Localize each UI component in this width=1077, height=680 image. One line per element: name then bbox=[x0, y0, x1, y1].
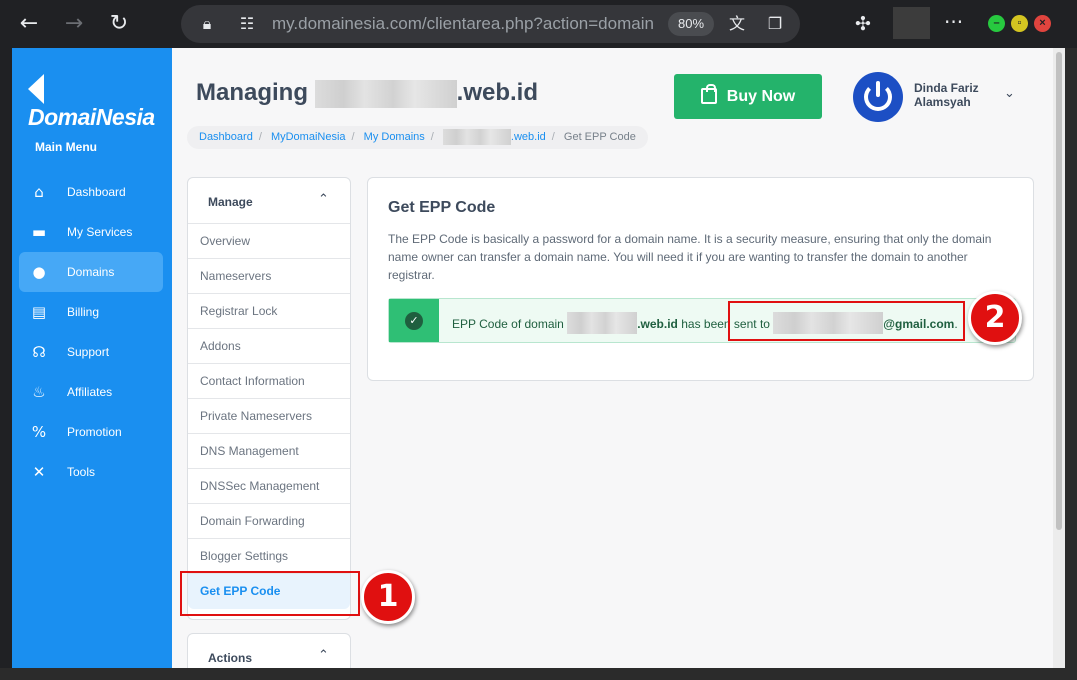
actions-panel-title: Actions bbox=[208, 651, 253, 665]
sidebar-item-my-services[interactable]: ▬ My Services bbox=[19, 212, 163, 252]
sidebar-item-promotion[interactable]: % Promotion bbox=[19, 412, 163, 452]
page-scrollbar[interactable] bbox=[1053, 48, 1065, 668]
brand-logo[interactable]: DomaiNesia bbox=[28, 74, 172, 131]
main-menu: ⌂ Dashboard ▬ My Services ● Domains ▤ Billing ☊ S… bbox=[19, 172, 163, 492]
highlight-box-1 bbox=[180, 571, 360, 616]
sidebar-item-label: Affiliates bbox=[67, 385, 113, 399]
sidebar-item-dashboard[interactable]: ⌂ Dashboard bbox=[19, 172, 163, 212]
sidebar-item-domains[interactable]: ● Domains bbox=[19, 252, 163, 292]
sidebar-item-affiliates[interactable]: ♨ Affiliates bbox=[19, 372, 163, 412]
handshake-icon: ♨ bbox=[32, 383, 46, 401]
manage-item-contact-information[interactable]: Contact Information bbox=[188, 364, 350, 399]
manage-panel: Manage ⌃ Overview Nameservers Registrar Lo… bbox=[187, 177, 351, 620]
manage-item-domain-forwarding[interactable]: Domain Forwarding bbox=[188, 504, 350, 539]
headset-icon: ☊ bbox=[32, 343, 46, 361]
back-icon[interactable]: ← bbox=[15, 10, 43, 38]
card-title: Get EPP Code bbox=[388, 199, 496, 216]
sidebar-item-support[interactable]: ☊ Support bbox=[19, 332, 163, 372]
redacted-domain bbox=[442, 129, 511, 146]
card-description: The EPP Code is basically a password for… bbox=[388, 232, 992, 282]
minimize-icon[interactable]: – bbox=[988, 15, 1005, 32]
manage-panel-header[interactable]: Manage ⌃ bbox=[188, 178, 350, 224]
browser-toolbar: ← → ↻ 🔒︎ ☷ my.domainesia.com/clientarea.… bbox=[0, 0, 1077, 48]
percent-icon: % bbox=[31, 423, 47, 441]
home-icon: ⌂ bbox=[34, 183, 44, 201]
translate-icon[interactable]: 文 bbox=[727, 14, 747, 34]
receipt-icon: ▤ bbox=[31, 303, 47, 321]
more-icon[interactable]: ··· bbox=[944, 10, 963, 34]
alert-status-strip: ✓ bbox=[389, 299, 439, 342]
manage-panel-title: Manage bbox=[208, 195, 253, 209]
maximize-icon[interactable]: ▫ bbox=[1011, 15, 1028, 32]
manage-item-overview[interactable]: Overview bbox=[188, 224, 350, 259]
sidebar-item-label: Tools bbox=[67, 465, 96, 479]
extensions-icon[interactable]: ✣ bbox=[851, 12, 875, 36]
actions-panel[interactable]: Actions ⌃ bbox=[187, 633, 351, 668]
step-badge-1: 1 bbox=[361, 570, 415, 624]
chevron-up-icon[interactable]: ⌃ bbox=[318, 648, 329, 663]
breadcrumb-my-domains[interactable]: My Domains bbox=[364, 131, 425, 143]
server-icon: ▬ bbox=[31, 223, 47, 241]
manage-item-registrar-lock[interactable]: Registrar Lock bbox=[188, 294, 350, 329]
step-badge-2: 2 bbox=[968, 291, 1022, 345]
brand-mark-icon bbox=[28, 74, 44, 104]
check-circle-icon: ✓ bbox=[405, 312, 423, 330]
forward-icon[interactable]: → bbox=[60, 10, 88, 38]
address-bar[interactable]: 🔒︎ ☷ my.domainesia.com/clientarea.php?ac… bbox=[181, 5, 800, 43]
window-edge bbox=[1065, 48, 1077, 680]
avatar[interactable] bbox=[853, 72, 903, 122]
sidebar-item-tools[interactable]: ✕ Tools bbox=[19, 452, 163, 492]
redacted-domain bbox=[567, 312, 638, 334]
manage-list: Overview Nameservers Registrar Lock Addons C… bbox=[188, 224, 350, 609]
sidebar: DomaiNesia Main Menu ⌂ Dashboard ▬ My Servi… bbox=[12, 48, 172, 668]
manage-item-dnssec-management[interactable]: DNSSec Management bbox=[188, 469, 350, 504]
buy-now-button[interactable]: Buy Now bbox=[674, 74, 822, 119]
manage-item-blogger-settings[interactable]: Blogger Settings bbox=[188, 539, 350, 574]
globe-icon: ● bbox=[32, 263, 46, 281]
sidebar-item-label: Dashboard bbox=[67, 185, 126, 199]
user-name[interactable]: Dinda Fariz Alamsyah bbox=[914, 81, 1004, 109]
manage-item-private-nameservers[interactable]: Private Nameservers bbox=[188, 399, 350, 434]
redacted-domain bbox=[314, 79, 457, 108]
manage-item-dns-management[interactable]: DNS Management bbox=[188, 434, 350, 469]
sidebar-item-label: Domains bbox=[67, 265, 115, 279]
manage-item-addons[interactable]: Addons bbox=[188, 329, 350, 364]
main-menu-title: Main Menu bbox=[35, 140, 97, 154]
breadcrumb: Dashboard / MyDomaiNesia / My Domains / .we… bbox=[187, 126, 648, 149]
breadcrumb-domain[interactable]: .web.id bbox=[511, 131, 546, 143]
page-title: Managing .web.id bbox=[196, 79, 539, 108]
sidebar-item-label: Billing bbox=[67, 305, 100, 319]
highlight-box-2 bbox=[728, 301, 965, 341]
breadcrumb-dashboard[interactable]: Dashboard bbox=[199, 131, 253, 143]
shopping-bag-icon bbox=[700, 84, 717, 104]
manage-item-nameservers[interactable]: Nameservers bbox=[188, 259, 350, 294]
sidebar-item-label: My Services bbox=[67, 225, 133, 239]
chevron-up-icon[interactable]: ⌃ bbox=[318, 192, 329, 207]
reload-icon[interactable]: ↻ bbox=[105, 10, 133, 38]
scrollbar-thumb[interactable] bbox=[1056, 52, 1062, 530]
profile-button[interactable] bbox=[893, 7, 930, 39]
reading-list-icon[interactable]: ❐ bbox=[765, 14, 785, 34]
page-viewport: DomaiNesia Main Menu ⌂ Dashboard ▬ My Servi… bbox=[12, 48, 1065, 668]
window-bottom-edge bbox=[0, 668, 1065, 680]
url-text[interactable]: my.domainesia.com/clientarea.php?action=… bbox=[272, 14, 656, 34]
epp-code-card: Get EPP Code The EPP Code is basically a… bbox=[367, 177, 1034, 381]
site-settings-icon[interactable]: ☷ bbox=[237, 14, 257, 34]
sidebar-item-label: Support bbox=[67, 345, 110, 359]
breadcrumb-mydomainesia[interactable]: MyDomaiNesia bbox=[271, 131, 346, 143]
close-icon[interactable]: × bbox=[1034, 15, 1051, 32]
lock-icon[interactable]: 🔒︎ bbox=[197, 14, 217, 34]
zoom-indicator[interactable]: 80% bbox=[668, 12, 714, 36]
chevron-down-icon[interactable]: ⌄ bbox=[1004, 86, 1015, 101]
sidebar-item-billing[interactable]: ▤ Billing bbox=[19, 292, 163, 332]
breadcrumb-current: Get EPP Code bbox=[563, 131, 636, 143]
sidebar-item-label: Promotion bbox=[67, 425, 122, 439]
tools-icon: ✕ bbox=[32, 463, 46, 481]
